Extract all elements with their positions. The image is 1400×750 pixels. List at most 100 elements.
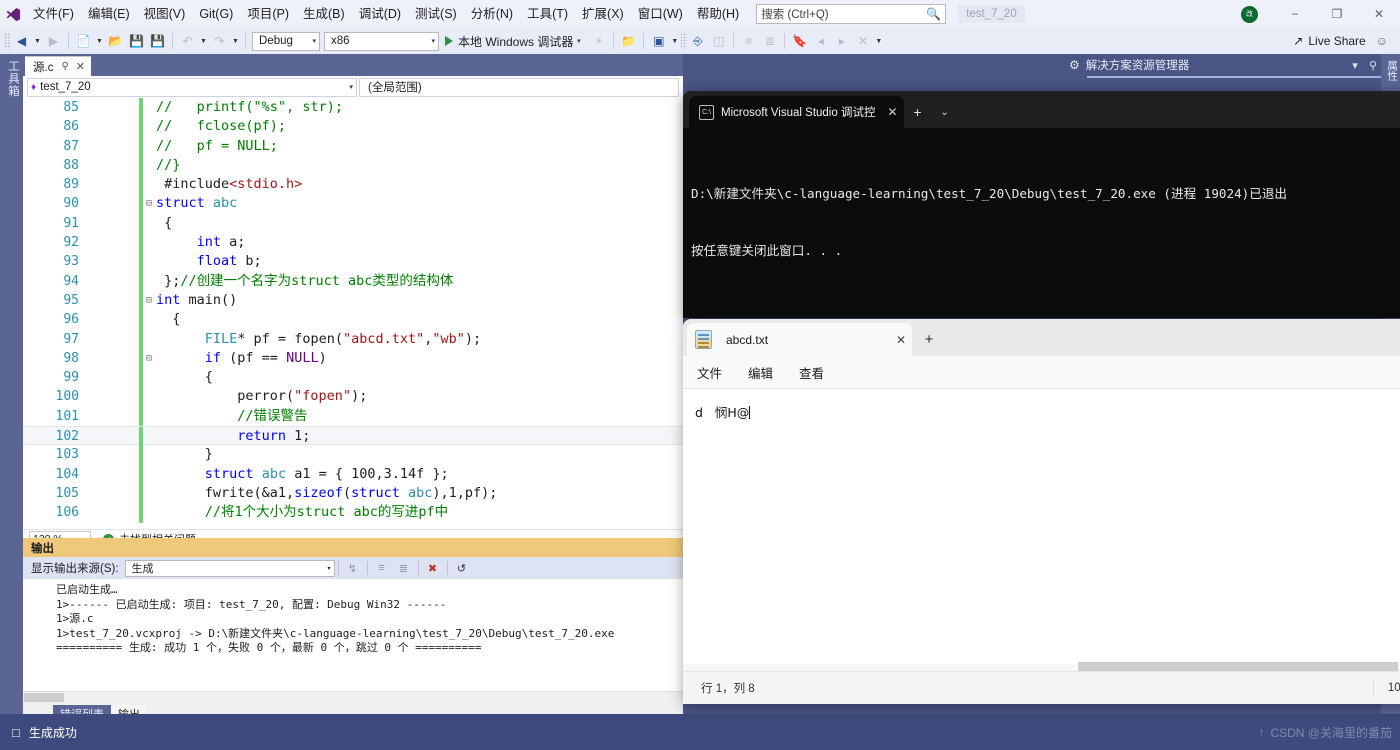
toolbar-grip-2[interactable] [680, 33, 688, 49]
code-line[interactable]: 105 fwrite(&a1,sizeof(struct abc),1,pf); [23, 483, 683, 504]
navbar-scope-dropdown[interactable]: (全局范围) [359, 77, 679, 97]
code-line[interactable]: 106 //将1个大小为struct abc的写进pf中 [23, 503, 683, 523]
menu-item-file[interactable]: 文件(F) [26, 3, 81, 25]
code-line[interactable]: 87 // pf = NULL; [23, 136, 683, 156]
fold-toggle-icon[interactable]: ⊟ [143, 291, 155, 310]
navbar-scope-value: (全局范围) [368, 82, 422, 94]
code-line[interactable]: 90 ⊟ struct abc [23, 194, 683, 214]
menu-item-tools[interactable]: 工具(T) [520, 3, 575, 25]
menu-item-debug[interactable]: 调试(D) [352, 3, 408, 25]
live-preview-caret-icon[interactable]: ▼ [669, 38, 680, 45]
open-file-icon[interactable]: 📂 [105, 30, 126, 52]
new-tab-button[interactable]: + [904, 96, 932, 128]
clear-icon[interactable]: ≡ [371, 558, 393, 578]
pin-icon-2[interactable]: ⚲ [1364, 59, 1382, 72]
menu-item-view[interactable]: 视图(V) [137, 3, 193, 25]
toolbar-separator-5 [643, 33, 645, 49]
save-all-icon[interactable]: 💾 [147, 30, 168, 52]
platform-dropdown[interactable]: x86 ▾ [324, 31, 439, 51]
notepad-window[interactable]: abcd.txt ✕ + 文件 编辑 查看 d 悯H@ 行 1，列 8 100 [683, 319, 1400, 704]
code-line[interactable]: 100 perror("fopen"); [23, 387, 683, 407]
console-tab[interactable]: C:\ Microsoft Visual Studio 调试控 ✕ [689, 96, 904, 128]
live-preview-icon[interactable]: ▣ [648, 30, 669, 52]
feedback-icon[interactable]: ☺ [1376, 34, 1400, 48]
menu-item-git[interactable]: Git(G) [192, 3, 240, 25]
notepad-tab[interactable]: abcd.txt ✕ [687, 323, 912, 356]
code-line[interactable]: 94 };//创建一个名字为struct abc类型的结构体 [23, 271, 683, 291]
find-icon[interactable]: ↯ [342, 558, 364, 578]
code-line[interactable]: 96 { [23, 310, 683, 330]
pin-icon[interactable]: ⚲ [61, 61, 68, 72]
code-line[interactable]: 86 // fclose(pf); [23, 117, 683, 137]
code-line[interactable]: 92 int a; [23, 233, 683, 253]
notepad-menu-edit[interactable]: 编辑 [748, 363, 773, 382]
new-item-caret-icon[interactable]: ▼ [94, 38, 105, 45]
navbar-project-dropdown[interactable]: ♦ test_7_20 ▾ [27, 77, 357, 97]
code-line[interactable]: 99 { [23, 368, 683, 388]
configuration-dropdown[interactable]: Debug ▾ [252, 31, 320, 51]
search-solution-icon[interactable]: 📁 [618, 30, 639, 52]
navigate-back-caret-icon[interactable]: ▼ [32, 38, 43, 45]
menu-item-window[interactable]: 窗口(W) [631, 3, 690, 25]
clear-all-icon[interactable]: ✖ [422, 558, 444, 578]
navigate-back-icon[interactable]: ◀ [11, 30, 32, 52]
close-icon-4[interactable]: ✕ [896, 333, 906, 347]
code-line[interactable]: 91 { [23, 213, 683, 234]
close-icon[interactable]: ✕ [76, 60, 85, 73]
code-line[interactable]: 98 ⊟ if (pf == NULL) [23, 348, 683, 369]
menu-item-extensions[interactable]: 扩展(X) [575, 3, 631, 25]
code-line[interactable]: 93 float b; [23, 252, 683, 272]
console-output: D:\新建文件夹\c-language-learning\test_7_20\D… [683, 128, 1400, 298]
toggle-word-wrap-icon[interactable]: ≣ [393, 558, 415, 578]
notepad-menu-file[interactable]: 文件 [697, 363, 722, 382]
code-line[interactable]: 103 } [23, 445, 683, 465]
refresh-icon[interactable]: ↺ [451, 558, 473, 578]
avatar[interactable]: 改 [1241, 5, 1258, 23]
code-line[interactable]: 95 ⊟ int main() [23, 290, 683, 311]
toolbox-strip[interactable]: 工具箱 [0, 54, 23, 714]
gear-icon[interactable]: ⚙ [1069, 58, 1080, 72]
debug-console-window[interactable]: C:\ Microsoft Visual Studio 调试控 ✕ + ⌄ D:… [683, 91, 1400, 318]
fold-toggle-icon[interactable]: ⊟ [143, 194, 155, 213]
menu-item-project[interactable]: 项目(P) [240, 3, 296, 25]
code-line[interactable]: 102 return 1; [23, 426, 683, 447]
save-icon[interactable]: 💾 [126, 30, 147, 52]
close-icon-3[interactable]: ✕ [887, 105, 897, 119]
code-line[interactable]: 85 // printf("%s", str); [23, 98, 683, 118]
notepad-new-tab-button[interactable]: + [912, 323, 946, 356]
chevron-down-icon-8[interactable]: ⌄ [932, 96, 958, 128]
code-line[interactable]: 104 struct abc a1 = { 100,3.14f }; [23, 464, 683, 484]
scrollbar-thumb[interactable] [24, 693, 64, 702]
chevron-down-icon-7[interactable]: ▾ [1346, 59, 1364, 72]
output-horizontal-scrollbar[interactable] [23, 691, 683, 702]
toolbar-grip[interactable] [4, 33, 11, 49]
menu-item-help[interactable]: 帮助(H) [690, 3, 746, 25]
notepad-menu-view[interactable]: 查看 [799, 363, 824, 382]
menu-item-edit[interactable]: 编辑(E) [81, 3, 137, 25]
chevron-down-icon-3[interactable]: ▾ [573, 37, 584, 45]
menu-item-analyze[interactable]: 分析(N) [464, 3, 520, 25]
live-share-button[interactable]: ↗ Live Share [1293, 34, 1375, 48]
code-line[interactable]: 101 //错误警告 [23, 406, 683, 427]
new-item-icon[interactable]: 📄 [73, 30, 94, 52]
code-line[interactable]: 88 //} [23, 155, 683, 176]
close-button[interactable]: ✕ [1358, 0, 1400, 28]
line-number: 85 [63, 100, 79, 115]
start-debugging-button[interactable]: 本地 Windows 调试器 ▾ [441, 33, 588, 50]
search-input[interactable]: 搜索 (Ctrl+Q) 🔍 [756, 4, 947, 24]
fold-toggle-icon[interactable]: ⊟ [143, 349, 155, 368]
bookmark-icon[interactable]: 🔖 [789, 30, 810, 52]
notepad-horizontal-scrollbar[interactable] [1078, 662, 1398, 671]
select-element-icon[interactable]: ⎆ [687, 30, 708, 52]
maximize-button[interactable]: ❐ [1316, 0, 1358, 28]
minimize-button[interactable]: − [1274, 0, 1316, 28]
menu-item-build[interactable]: 生成(B) [296, 3, 352, 25]
menu-item-test[interactable]: 测试(S) [408, 3, 464, 25]
code-line[interactable]: 89 #include<stdio.h> [23, 175, 683, 195]
notepad-text-area[interactable]: d 悯H@ [683, 389, 1400, 664]
code-line[interactable]: 97 FILE* pf = fopen("abcd.txt","wb"); [23, 329, 683, 349]
document-tab-source-c[interactable]: 源.c ⚲ ✕ [25, 56, 91, 76]
toolbar-overflow-icon[interactable]: ▼ [873, 38, 884, 45]
output-source-dropdown[interactable]: 生成 ▾ [124, 559, 335, 577]
code-editor[interactable]: 85// printf("%s", str); 86// fclose(pf); 8… [23, 98, 683, 529]
